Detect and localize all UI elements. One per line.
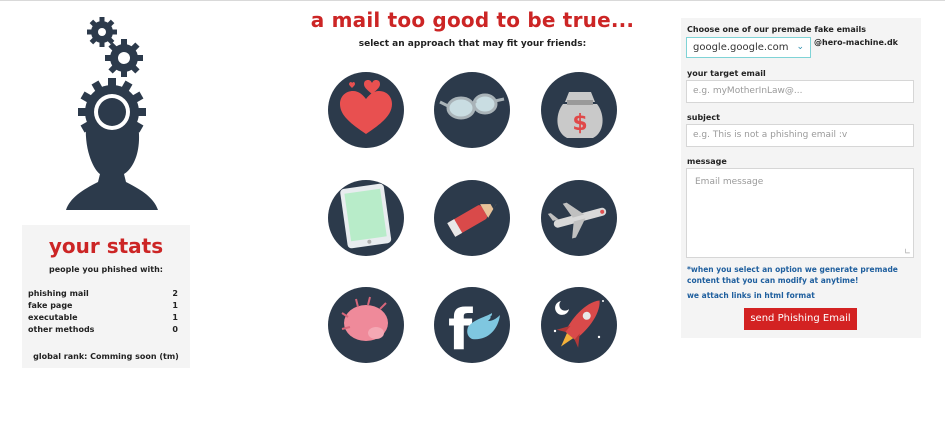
- target-email-placeholder: e.g. myMotherInLaw@...: [693, 86, 803, 96]
- stats-title: your stats: [48, 234, 164, 258]
- rocket-icon: [553, 300, 604, 348]
- message-textarea[interactable]: Email message ∟: [686, 168, 914, 258]
- pencil-icon: [447, 203, 497, 237]
- approach-pencil[interactable]: [434, 180, 510, 256]
- hacker-head-logo-icon: [66, 17, 158, 210]
- template-label: Choose one of our premade fake emails: [687, 25, 866, 34]
- glasses-icon: [439, 93, 505, 120]
- premade-content-note: *when you select an option we generate p…: [687, 265, 898, 285]
- stats-row-executable: executable 1: [28, 313, 178, 322]
- page-title: a mail too good to be true...: [310, 8, 635, 32]
- approach-social[interactable]: f: [434, 287, 510, 363]
- approach-rocket[interactable]: [541, 287, 617, 363]
- stats-row-label: phishing mail: [28, 289, 89, 298]
- resize-grip-icon[interactable]: ∟: [904, 247, 911, 256]
- subject-input[interactable]: e.g. This is not a phishing email :v: [686, 124, 914, 147]
- page-subtitle: select an approach that may fit your fri…: [358, 39, 587, 49]
- stats-row-other-methods: other methods 0: [28, 325, 178, 334]
- stats-row-phishing-mail: phishing mail 2: [28, 289, 178, 298]
- email-form-panel: Choose one of our premade fake emails go…: [681, 18, 921, 338]
- global-rank: global rank: Comming soon (tm): [33, 352, 179, 361]
- stats-row-value: 2: [172, 289, 178, 298]
- target-email-input[interactable]: e.g. myMotherInLaw@...: [686, 80, 914, 103]
- top-divider: [0, 0, 945, 1]
- html-links-note: we attach links in html format: [687, 291, 815, 300]
- subject-placeholder: e.g. This is not a phishing email :v: [693, 130, 848, 140]
- subject-label: subject: [687, 113, 720, 122]
- hearts-icon: [340, 80, 392, 134]
- message-label: message: [687, 157, 727, 166]
- template-selected-value: google.google.com: [693, 42, 789, 53]
- stats-row-label: other methods: [28, 325, 95, 334]
- stats-row-value: 1: [172, 313, 178, 322]
- stats-panel: your stats people you phished with: phis…: [22, 225, 190, 368]
- domain-suffix: @hero-machine.dk: [814, 38, 899, 47]
- stats-row-label: fake page: [28, 301, 73, 310]
- pink-creature-icon: [341, 296, 388, 341]
- template-select[interactable]: google.google.com ⌄: [686, 37, 811, 58]
- approach-glasses[interactable]: [434, 72, 510, 148]
- stats-row-value: 0: [172, 325, 178, 334]
- approach-creature[interactable]: [328, 287, 404, 363]
- send-phishing-email-button[interactable]: send Phishing Email: [744, 308, 857, 330]
- tablet-icon: [340, 183, 392, 249]
- chevron-down-icon: ⌄: [796, 42, 804, 52]
- approach-love[interactable]: [328, 72, 404, 148]
- approach-travel[interactable]: [541, 180, 617, 256]
- facebook-twitter-icon: f: [448, 298, 500, 363]
- approach-tablet[interactable]: [328, 180, 404, 256]
- stats-subtitle: people you phished with:: [49, 265, 163, 274]
- airplane-icon: [547, 202, 607, 239]
- stats-row-value: 1: [172, 301, 178, 310]
- money-bag-icon: $: [557, 92, 603, 138]
- approach-money[interactable]: $: [541, 72, 617, 148]
- stats-row-label: executable: [28, 313, 78, 322]
- target-email-label: your target email: [687, 69, 766, 78]
- message-placeholder: Email message: [695, 177, 764, 187]
- svg-text:$: $: [572, 111, 587, 136]
- stats-row-fake-page: fake page 1: [28, 301, 178, 310]
